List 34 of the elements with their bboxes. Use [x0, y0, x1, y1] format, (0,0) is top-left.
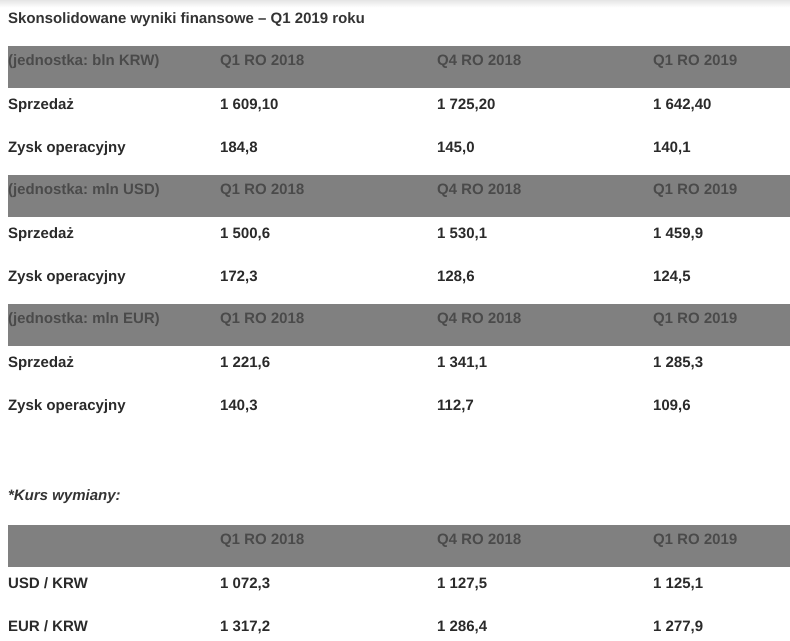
- table-cell: 1 317,2: [220, 618, 270, 635]
- table-cell: 1 725,20: [437, 96, 496, 113]
- table-cell: 1 500,6: [220, 225, 270, 242]
- row-label: Sprzedaż: [8, 225, 74, 242]
- table-cell: 140,1: [653, 139, 691, 156]
- table-cell: 1 642,40: [653, 96, 712, 113]
- table-cell: 1 286,4: [437, 618, 488, 635]
- row-label: Sprzedaż: [8, 354, 74, 371]
- table-cell: 1 125,1: [653, 575, 704, 592]
- table-cell: 1 277,9: [653, 618, 704, 635]
- table-cell: 1 609,10: [220, 96, 278, 113]
- table-cell: 128,6: [437, 268, 475, 285]
- table-cell: 1 285,3: [653, 354, 704, 371]
- table-cell: 112,7: [437, 397, 474, 414]
- table-cell: 184,8: [220, 139, 258, 156]
- table-cell: 1 530,1: [437, 225, 488, 242]
- table-cell: 145,0: [437, 139, 475, 156]
- page-title: Skonsolidowane wyniki finansowe – Q1 2019 roku: [8, 10, 366, 27]
- row-label: Sprzedaż: [8, 96, 74, 113]
- row-label: EUR / KRW: [8, 618, 88, 635]
- table-cell: 172,3: [220, 268, 258, 285]
- table-cell: 140,3: [220, 397, 258, 414]
- row-label: Zysk operacyjny: [8, 397, 126, 414]
- table-cell: 1 072,3: [220, 575, 270, 592]
- table-cell: 1 221,6: [220, 354, 270, 371]
- row-label: Zysk operacyjny: [8, 139, 126, 156]
- table-cell: 109,6: [653, 397, 691, 414]
- table-cell: 1 459,9: [653, 225, 704, 242]
- row-label: Zysk operacyjny: [8, 268, 126, 285]
- footnote: *Kurs wymiany:: [8, 487, 122, 504]
- table-cell: 1 127,5: [437, 575, 488, 592]
- table-cell: 124,5: [653, 268, 691, 285]
- table-cell: 1 341,1: [437, 354, 488, 371]
- row-label: USD / KRW: [8, 575, 88, 592]
